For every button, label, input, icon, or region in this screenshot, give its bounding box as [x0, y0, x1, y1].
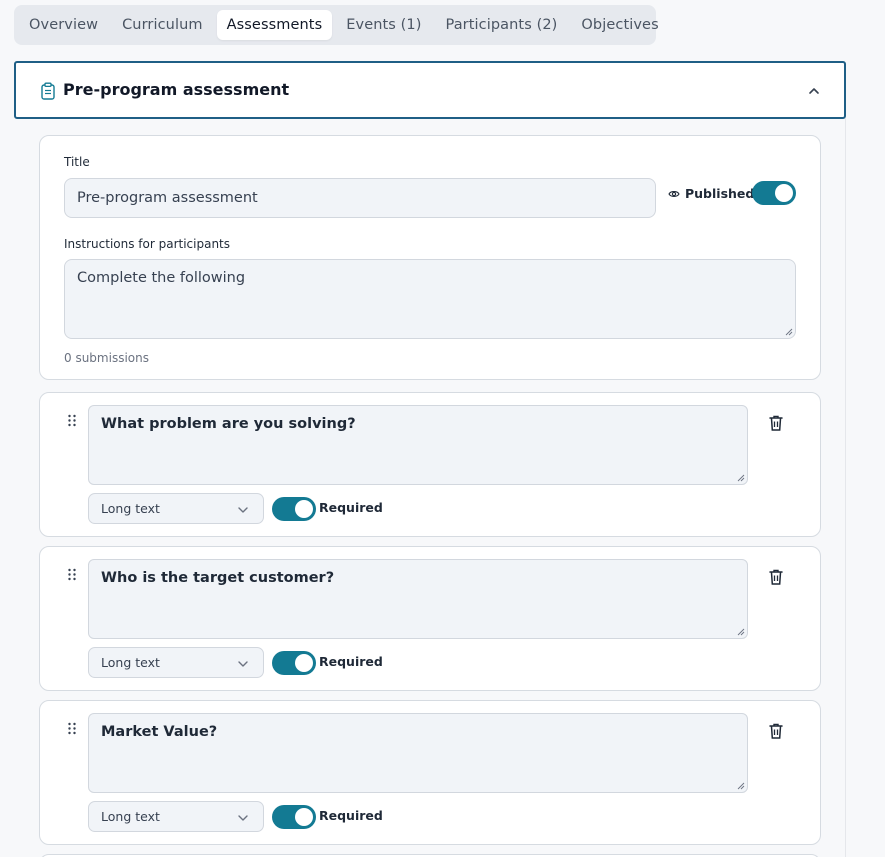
instructions-textarea[interactable]: Complete the following — [64, 259, 796, 339]
tab-participants[interactable]: Participants (2) — [436, 10, 568, 40]
required-toggle[interactable] — [272, 651, 316, 675]
resize-handle-icon[interactable] — [737, 782, 745, 790]
title-label: Title — [64, 155, 90, 169]
chevron-down-icon — [238, 507, 248, 513]
question-card: What problem are you solving? Long text … — [39, 392, 821, 537]
submission-count: 0 submissions — [64, 351, 149, 365]
instructions-label: Instructions for participants — [64, 237, 231, 251]
toggle-knob — [295, 808, 313, 826]
tab-events[interactable]: Events (1) — [336, 10, 431, 40]
section-title: Pre-program assessment — [63, 80, 290, 99]
question-type-select[interactable]: Long text — [88, 801, 264, 832]
instructions-text: Complete the following — [77, 270, 246, 286]
tab-assessments[interactable]: Assessments — [216, 10, 333, 40]
question-type-value: Long text — [101, 501, 160, 516]
resize-handle-icon[interactable] — [737, 474, 745, 482]
assessment-section-header[interactable]: Pre-program assessment — [14, 61, 846, 119]
trash-icon[interactable] — [768, 722, 784, 740]
toggle-knob — [775, 184, 793, 202]
required-label: Required — [319, 808, 383, 823]
question-text-input[interactable]: What problem are you solving? — [88, 405, 748, 485]
toggle-knob — [295, 654, 313, 672]
question-text: Who is the target customer? — [101, 570, 335, 586]
resize-handle-icon[interactable] — [785, 328, 793, 336]
question-card: Who is the target customer? Long text Re… — [39, 546, 821, 691]
required-toggle[interactable] — [272, 497, 316, 521]
tab-overview[interactable]: Overview — [19, 10, 108, 40]
chevron-down-icon — [238, 661, 248, 667]
trash-icon[interactable] — [768, 414, 784, 432]
question-type-value: Long text — [101, 809, 160, 824]
required-toggle[interactable] — [272, 805, 316, 829]
question-text: Market Value? — [101, 724, 218, 740]
drag-handle-icon[interactable] — [67, 414, 77, 428]
assessment-details-card: Title Pre-program assessment Published I… — [39, 135, 821, 380]
published-toggle[interactable] — [752, 181, 796, 205]
trash-icon[interactable] — [768, 568, 784, 586]
resize-handle-icon[interactable] — [737, 628, 745, 636]
required-label: Required — [319, 500, 383, 515]
published-status: Published — [668, 186, 754, 201]
drag-handle-icon[interactable] — [67, 568, 77, 582]
question-type-select[interactable]: Long text — [88, 493, 264, 524]
chevron-down-icon — [238, 815, 248, 821]
chevron-up-icon[interactable] — [806, 83, 822, 99]
content-panel-border — [845, 118, 846, 857]
question-type-value: Long text — [101, 655, 160, 670]
tab-bar: Overview Curriculum Assessments Events (… — [14, 5, 659, 45]
tab-curriculum[interactable]: Curriculum — [112, 10, 213, 40]
question-type-select[interactable]: Long text — [88, 647, 264, 678]
toggle-knob — [295, 500, 313, 518]
title-input[interactable]: Pre-program assessment — [64, 178, 656, 218]
published-label: Published — [685, 186, 755, 201]
required-label: Required — [319, 654, 383, 669]
question-text-input[interactable]: Who is the target customer? — [88, 559, 748, 639]
question-text: What problem are you solving? — [101, 416, 356, 432]
drag-handle-icon[interactable] — [67, 722, 77, 736]
clipboard-icon — [41, 82, 55, 100]
question-card: Market Value? Long text Required — [39, 700, 821, 845]
eye-icon — [668, 190, 680, 197]
question-text-input[interactable]: Market Value? — [88, 713, 748, 793]
tab-objectives[interactable]: Objectives — [571, 10, 668, 40]
